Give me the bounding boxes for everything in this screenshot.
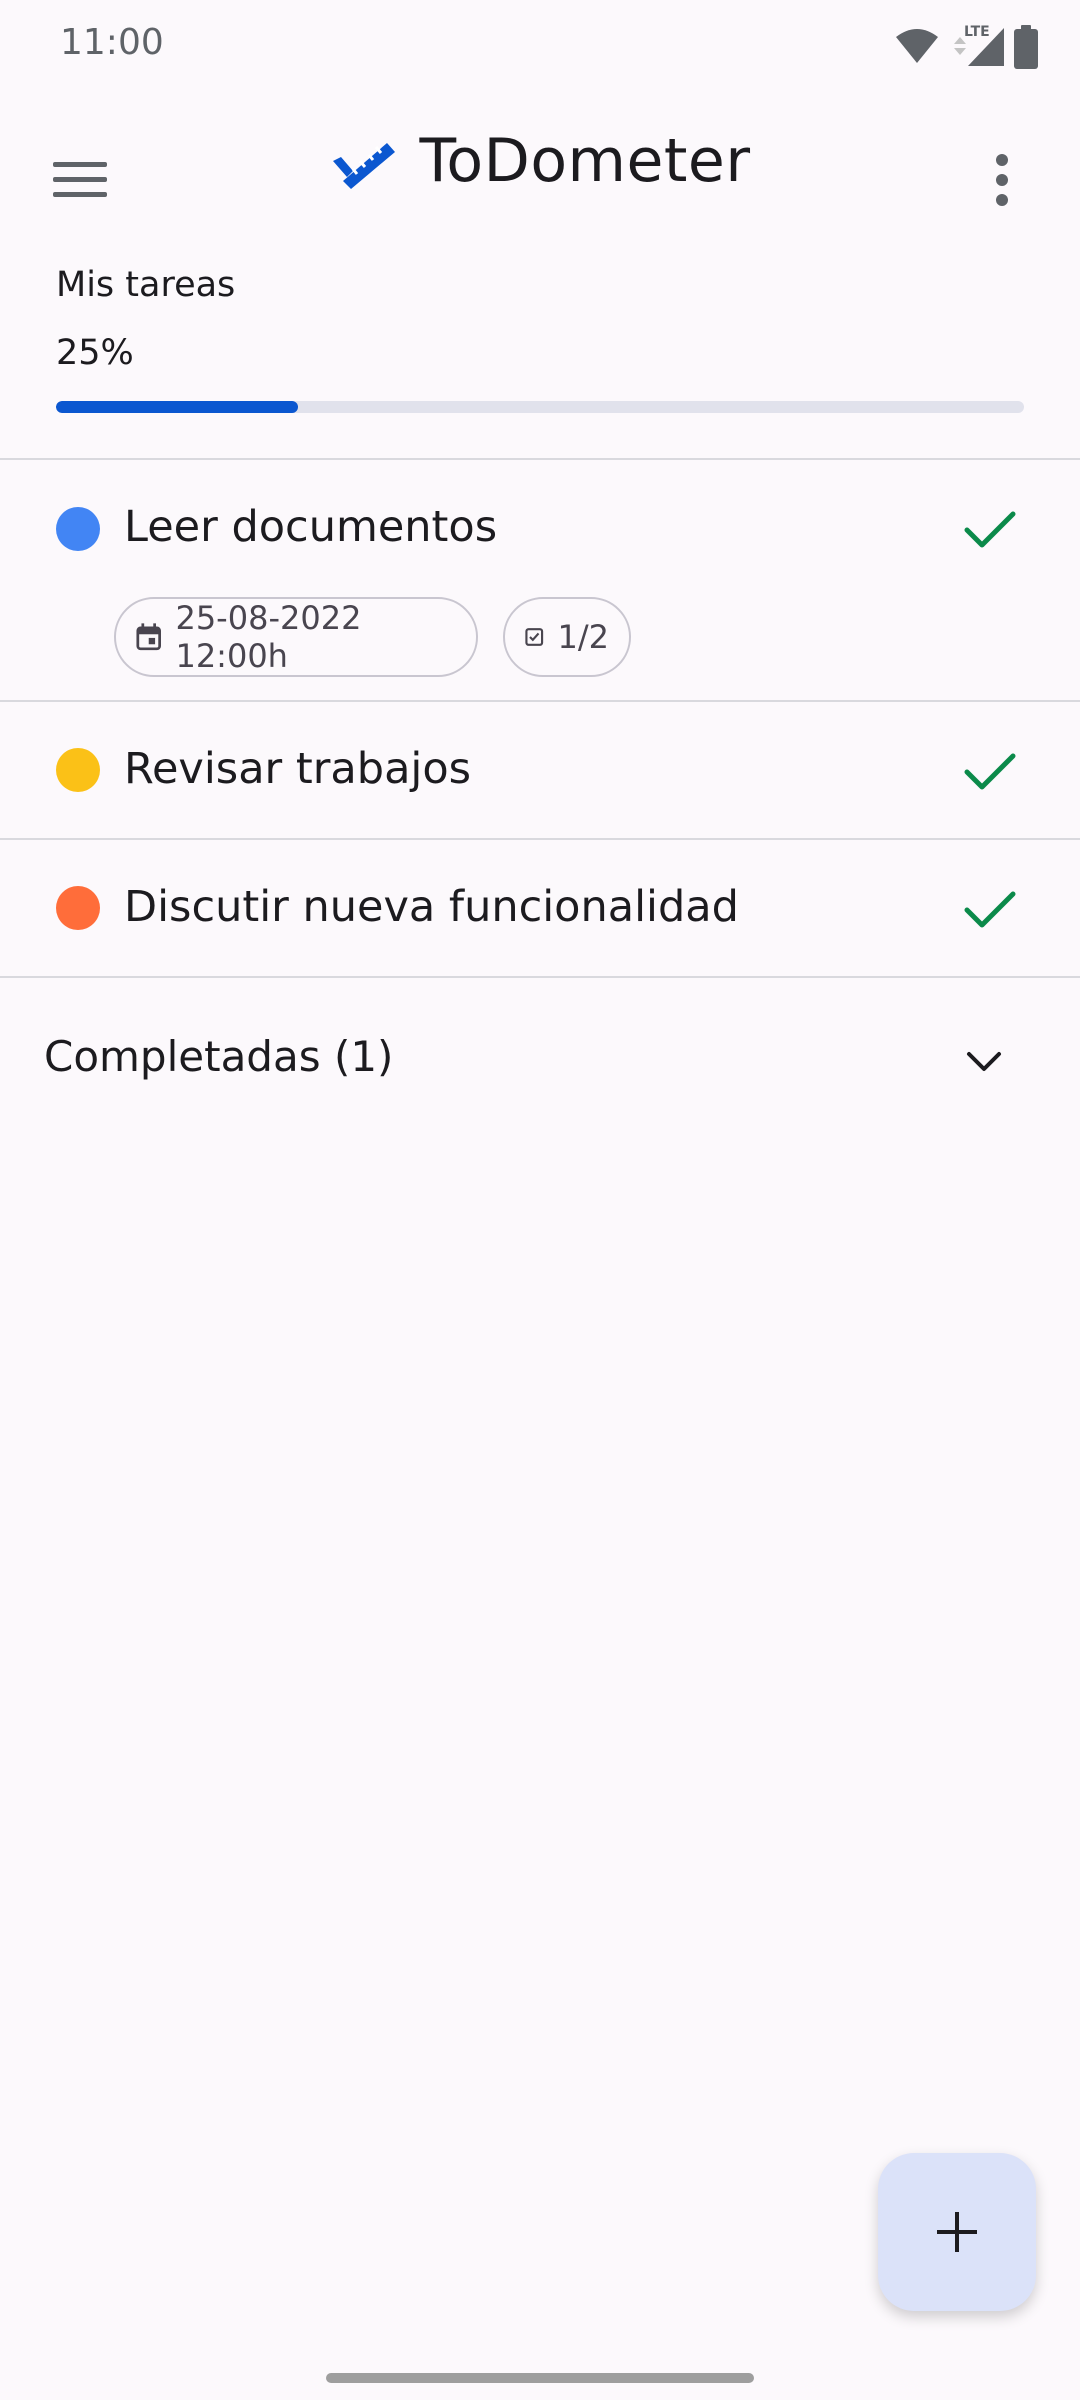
subtasks-count: 1/2 [557, 618, 610, 656]
add-task-button[interactable] [878, 2153, 1036, 2311]
due-date-chip: 25-08-2022 12:00h [114, 597, 478, 677]
check-icon [964, 511, 1016, 548]
completed-section-label: Completadas (1) [44, 1032, 394, 1081]
divider [0, 976, 1080, 978]
more-vert-icon [996, 154, 1008, 206]
checkbox-icon [525, 628, 544, 646]
wifi-icon [896, 29, 938, 63]
task-list-name: Mis tareas [56, 265, 236, 305]
more-options-button[interactable] [952, 130, 1052, 230]
task-row[interactable]: Leer documentos 25-08-2022 12:00h 1/2 [0, 460, 1080, 700]
check-icon [964, 891, 1016, 928]
task-row[interactable]: Discutir nueva funcionalidad [0, 840, 1080, 976]
subtasks-chip: 1/2 [503, 597, 631, 677]
progress-bar [56, 401, 1024, 413]
task-list-progress: Mis tareas 25% [56, 265, 1026, 413]
status-icons: LTE [894, 24, 1040, 70]
brand: ToDometer [0, 125, 1080, 197]
task-row[interactable]: Revisar trabajos [0, 702, 1080, 838]
add-icon [937, 2212, 977, 2252]
task-title: Revisar trabajos [124, 744, 472, 794]
signal-icon [954, 28, 1004, 66]
battery-icon [1014, 25, 1038, 69]
check-icon [964, 753, 1016, 790]
todometer-logo-icon [333, 143, 396, 189]
calendar-icon [136, 623, 161, 651]
app-title: ToDometer [419, 126, 751, 196]
screen: 11:00 LTE ToDometer Mis tareas 25% Leer … [0, 0, 1080, 2400]
due-date-label: 25-08-2022 12:00h [175, 599, 362, 675]
complete-task-button[interactable] [960, 500, 1020, 560]
chevron-down-icon [967, 1052, 1001, 1071]
task-color-dot [56, 748, 100, 792]
task-color-dot [56, 507, 100, 551]
expand-completed-button[interactable] [954, 1032, 1014, 1092]
status-bar: 11:00 LTE [0, 0, 1080, 96]
task-title: Discutir nueva funcionalidad [124, 882, 739, 932]
completed-section-toggle[interactable]: Completadas (1) [44, 1032, 1034, 1092]
complete-task-button[interactable] [960, 742, 1020, 802]
task-title: Leer documentos [124, 502, 498, 552]
complete-task-button[interactable] [960, 880, 1020, 940]
status-time: 11:00 [60, 22, 164, 63]
task-color-dot [56, 886, 100, 930]
progress-percent: 25% [56, 333, 134, 373]
lte-indicator: LTE [948, 24, 1004, 70]
app-bar: ToDometer [0, 110, 1080, 230]
progress-bar-fill [56, 401, 298, 413]
gesture-navigation-bar[interactable] [326, 2373, 754, 2383]
